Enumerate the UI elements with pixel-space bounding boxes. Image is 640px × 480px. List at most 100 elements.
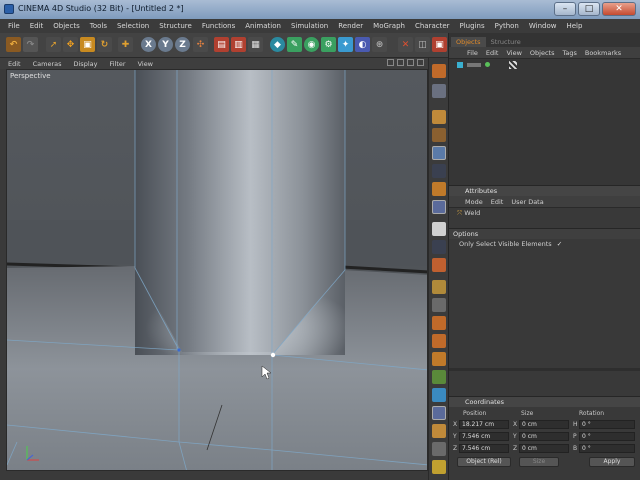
edges-mode-icon[interactable] [432, 182, 446, 196]
size-z-input[interactable]: 0 cm [519, 444, 569, 453]
environment-icon[interactable]: ◐ [355, 37, 370, 52]
menu-file[interactable]: File [8, 22, 20, 30]
menu-simulation[interactable]: Simulation [291, 22, 328, 30]
brush-icon[interactable] [432, 316, 446, 330]
lock-workplane-icon[interactable] [432, 352, 446, 366]
menu-structure[interactable]: Structure [159, 22, 192, 30]
object-name-field[interactable] [467, 63, 481, 67]
viewport-menu-edit[interactable]: Edit [8, 60, 21, 68]
viewport-menu-view[interactable]: View [138, 60, 153, 68]
attributes-menu-mode[interactable]: Mode [465, 198, 483, 206]
menu-tools[interactable]: Tools [90, 22, 107, 30]
move-tool-icon[interactable]: ✥ [63, 37, 78, 52]
objects-menu-file[interactable]: File [467, 49, 478, 57]
size-y-input[interactable]: 0 cm [519, 432, 569, 441]
viewport-menu-filter[interactable]: Filter [109, 60, 125, 68]
solo-icon[interactable] [432, 442, 446, 456]
render-settings-icon[interactable]: ▦ [248, 37, 263, 52]
attributes-menu-edit[interactable]: Edit [491, 198, 504, 206]
menu-python[interactable]: Python [495, 22, 519, 30]
model-mode-icon[interactable] [432, 84, 446, 98]
y-axis-lock-icon[interactable]: Y [158, 37, 173, 52]
menu-mograph[interactable]: MoGraph [373, 22, 405, 30]
coordinate-system-icon[interactable]: ✣ [193, 37, 208, 52]
menu-window[interactable]: Window [529, 22, 557, 30]
snapping-icon[interactable] [432, 280, 446, 294]
points-mode-icon[interactable] [432, 164, 446, 178]
paint-icon[interactable] [432, 460, 446, 474]
make-editable-icon[interactable] [432, 64, 446, 78]
viewport-rotate-icon[interactable] [407, 59, 414, 66]
subdivision-surface-icon[interactable]: ◉ [304, 37, 319, 52]
sculpt-icon[interactable] [432, 334, 446, 348]
rotation-p-input[interactable]: 0 ° [579, 432, 635, 441]
maximize-button[interactable]: □ [578, 2, 600, 16]
position-z-input[interactable]: 7.546 cm [459, 444, 509, 453]
redo-icon[interactable]: ↷ [23, 37, 38, 52]
viewport-menu-display[interactable]: Display [74, 60, 98, 68]
tab-objects[interactable]: Objects [451, 37, 486, 47]
tab-structure[interactable]: Structure [486, 37, 526, 47]
live-selection-icon[interactable]: ➚ [46, 37, 61, 52]
workplane-icon[interactable]: ▣ [432, 37, 447, 52]
cube-primitive-icon[interactable]: ◆ [270, 37, 285, 52]
uv-mode-icon[interactable] [432, 222, 446, 236]
light-icon[interactable]: ✕ [398, 37, 413, 52]
phong-tag-icon[interactable] [509, 61, 517, 69]
rotate-tool-icon[interactable]: ↻ [97, 37, 112, 52]
polygons-mode-icon[interactable] [432, 200, 446, 214]
menu-plugins[interactable]: Plugins [460, 22, 485, 30]
menu-character[interactable]: Character [415, 22, 450, 30]
menu-selection[interactable]: Selection [117, 22, 149, 30]
minimize-button[interactable]: – [554, 2, 576, 16]
menu-animation[interactable]: Animation [245, 22, 281, 30]
array-generator-icon[interactable]: ⚙ [321, 37, 336, 52]
soft-selection-icon[interactable] [432, 424, 446, 438]
object-mode-icon[interactable] [432, 110, 446, 124]
viewport-toggle-icon[interactable] [417, 59, 424, 66]
align-workplane-icon[interactable] [432, 388, 446, 402]
objects-menu-edit[interactable]: Edit [486, 49, 499, 57]
perspective-viewport[interactable]: Perspective [6, 69, 428, 471]
planar-workplane-icon[interactable] [432, 370, 446, 384]
scale-tool-icon[interactable]: ▣ [80, 37, 95, 52]
x-axis-lock-icon[interactable]: X [141, 37, 156, 52]
viewport-menu-cameras[interactable]: Cameras [33, 60, 62, 68]
texture-mode-icon[interactable] [432, 128, 446, 142]
axis-mode-icon[interactable] [432, 406, 446, 420]
deformer-icon[interactable]: ✦ [338, 37, 353, 52]
quantize-icon[interactable] [432, 298, 446, 312]
workplane-mode-icon[interactable] [432, 146, 446, 160]
objects-menu-bookmarks[interactable]: Bookmarks [585, 49, 621, 57]
menu-render[interactable]: Render [338, 22, 363, 30]
viewport-move-icon[interactable] [387, 59, 394, 66]
viewport-zoom-icon[interactable] [397, 59, 404, 66]
snap-icon[interactable]: ◫ [415, 37, 430, 52]
objects-menu-view[interactable]: View [506, 49, 521, 57]
z-axis-lock-icon[interactable]: Z [175, 37, 190, 52]
only-visible-checkbox[interactable]: ✓ [557, 240, 562, 248]
objects-menu-tags[interactable]: Tags [562, 49, 576, 57]
menu-help[interactable]: Help [566, 22, 582, 30]
apply-button[interactable]: Apply [589, 457, 635, 467]
polygon-object-icon[interactable] [457, 62, 463, 68]
position-x-input[interactable]: 18.217 cm [459, 420, 509, 429]
menu-edit[interactable]: Edit [30, 22, 44, 30]
position-y-input[interactable]: 7.546 cm [459, 432, 509, 441]
rotation-h-input[interactable]: 0 ° [579, 420, 635, 429]
object-list[interactable] [449, 59, 640, 185]
visibility-dot-icon[interactable] [485, 62, 490, 67]
undo-icon[interactable]: ↶ [6, 37, 21, 52]
attributes-menu-user-data[interactable]: User Data [511, 198, 543, 206]
render-picture-viewer-icon[interactable]: ▥ [231, 37, 246, 52]
tweak-mode-icon[interactable] [432, 258, 446, 272]
camera-icon[interactable]: ⊛ [372, 37, 387, 52]
menu-functions[interactable]: Functions [202, 22, 235, 30]
pen-spline-icon[interactable]: ✎ [287, 37, 302, 52]
size-x-input[interactable]: 0 cm [519, 420, 569, 429]
objects-menu-objects[interactable]: Objects [530, 49, 555, 57]
recent-tools-icon[interactable]: ✚ [118, 37, 133, 52]
render-view-icon[interactable]: ▤ [214, 37, 229, 52]
close-button[interactable]: ✕ [602, 2, 636, 16]
enable-axis-icon[interactable] [432, 240, 446, 254]
